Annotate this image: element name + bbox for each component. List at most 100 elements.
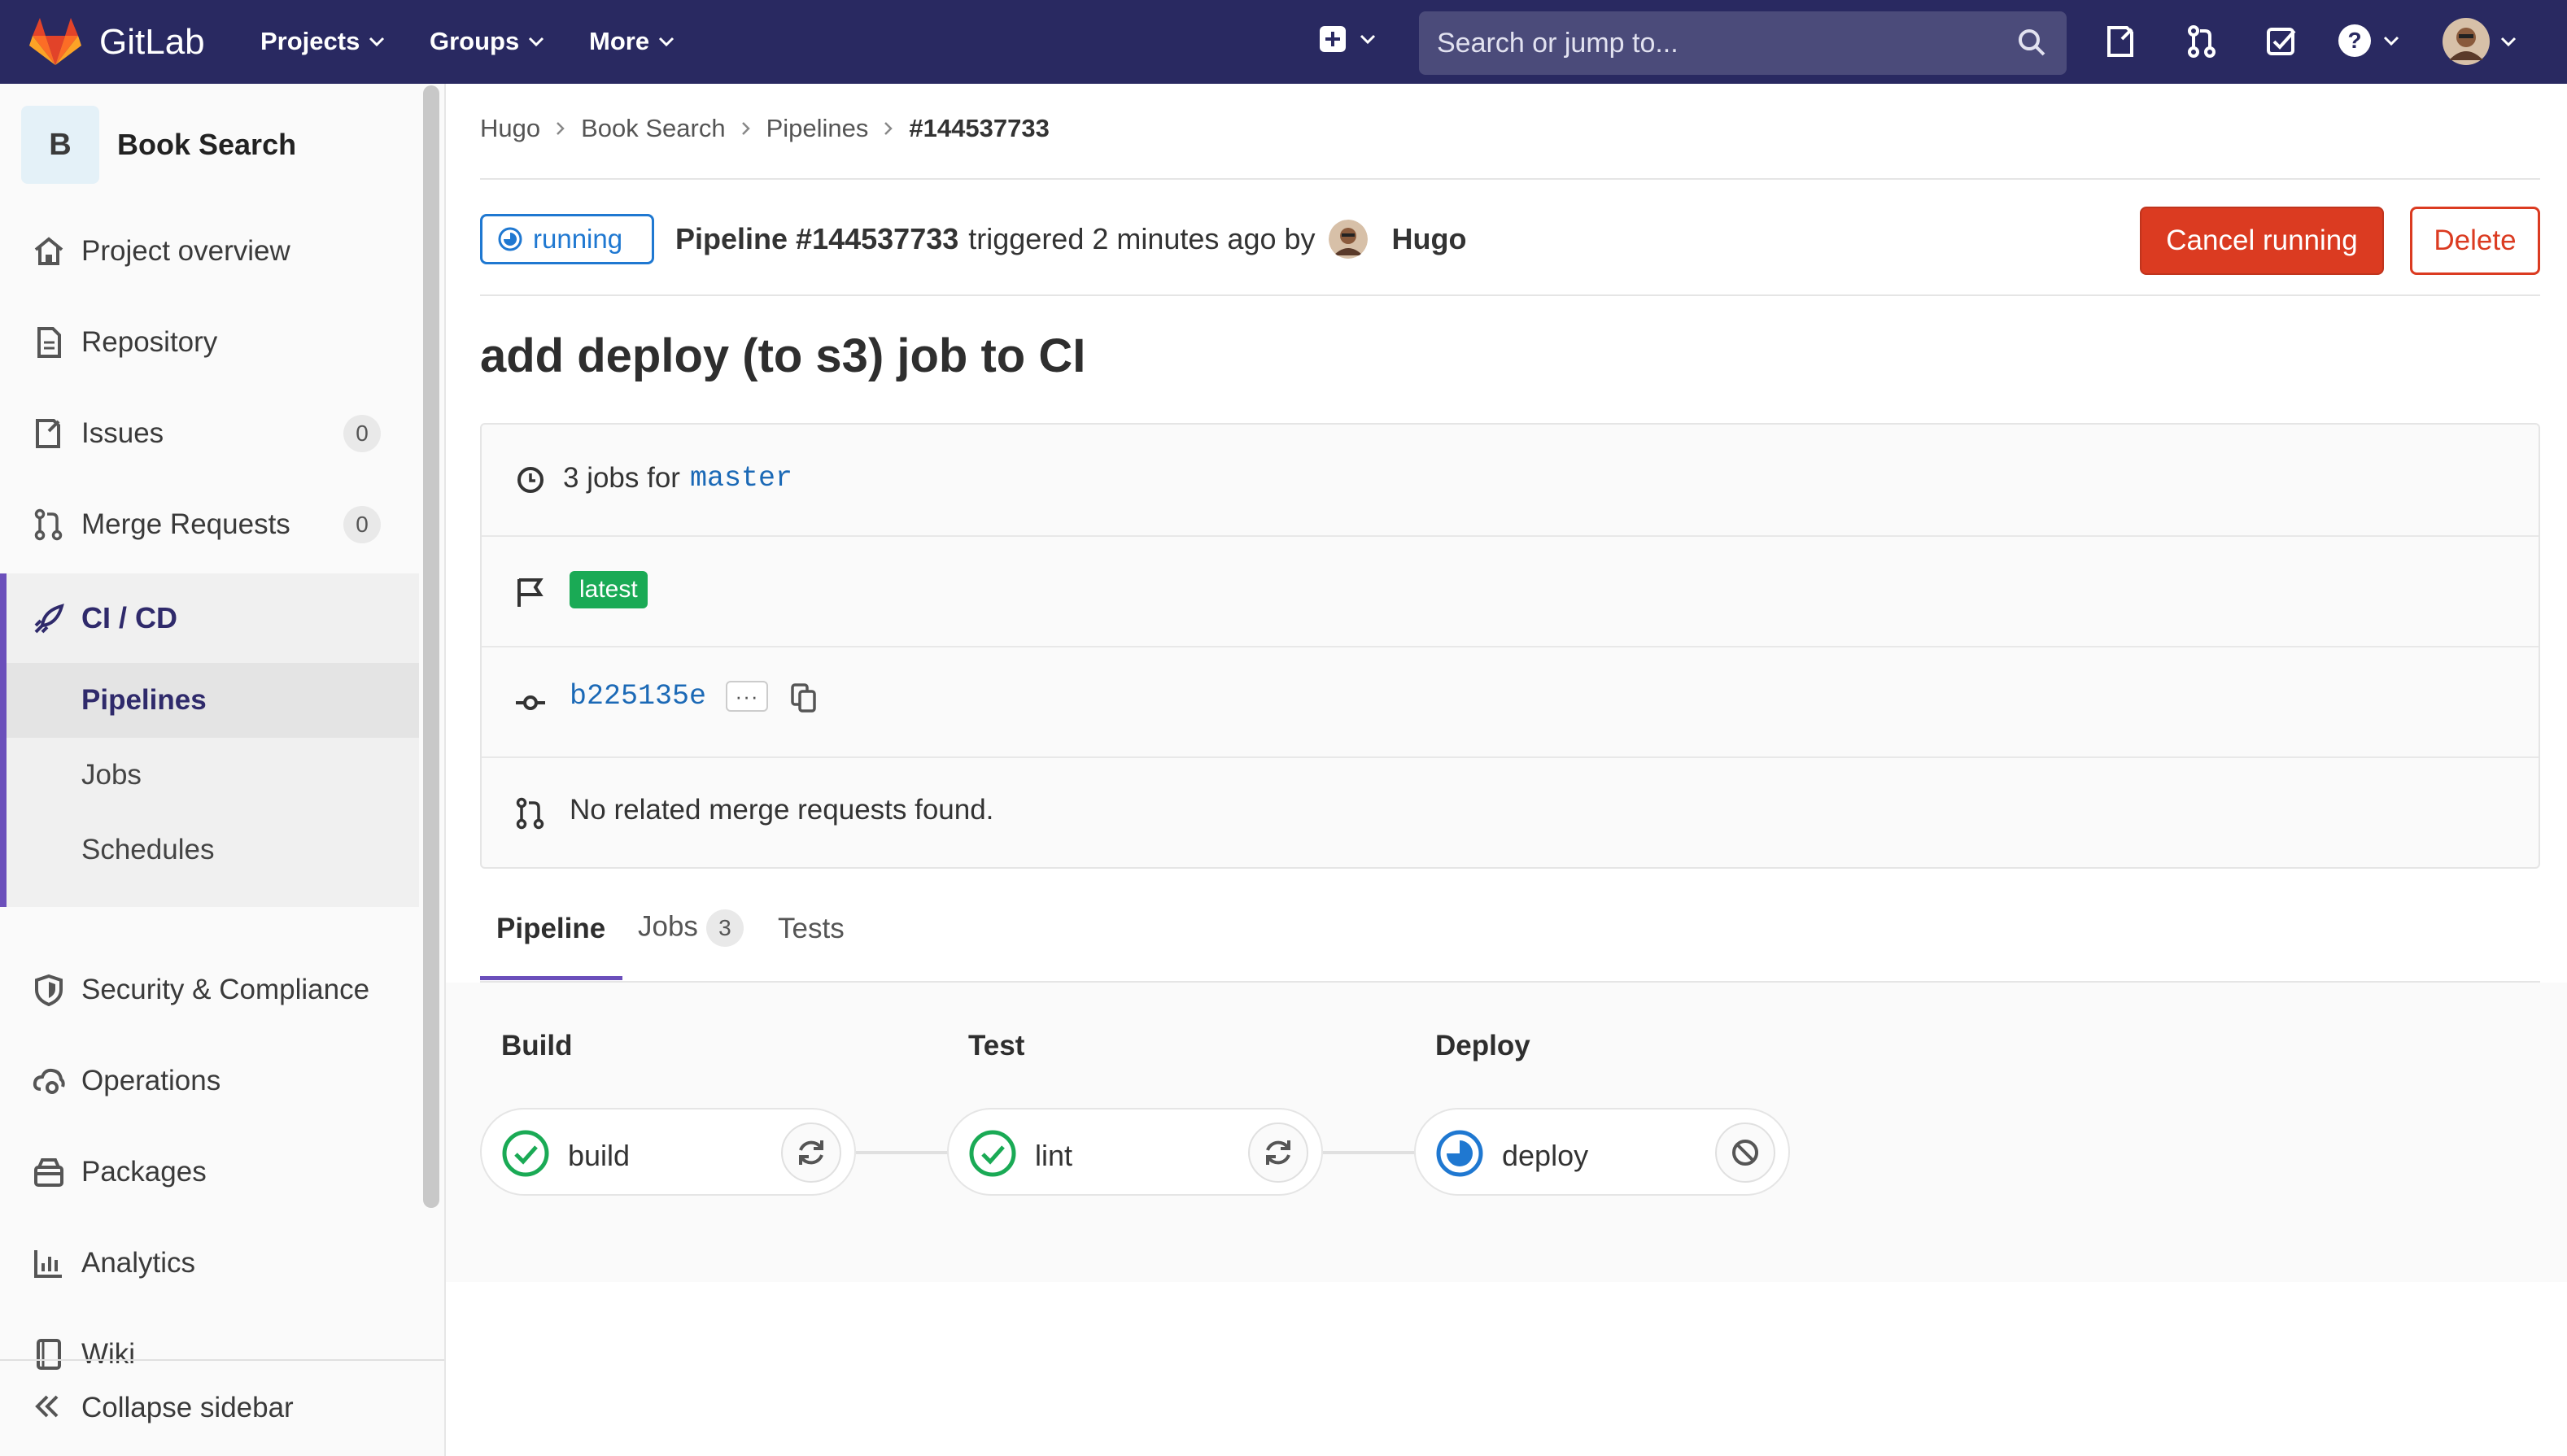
todo-icon[interactable] bbox=[2265, 24, 2298, 59]
chevron-down-icon bbox=[529, 37, 544, 47]
nav-more-label: More bbox=[589, 27, 650, 55]
cloud-gear-icon bbox=[33, 1068, 65, 1094]
project-avatar: B bbox=[21, 106, 99, 184]
cancel-job-button[interactable] bbox=[1715, 1123, 1775, 1183]
copy-icon[interactable] bbox=[789, 680, 819, 713]
user-menu-dropdown[interactable] bbox=[2443, 18, 2517, 65]
pipeline-info: Pipeline #144537733 triggered 2 minutes … bbox=[675, 220, 1467, 259]
sidebar-scrollbar[interactable] bbox=[423, 85, 439, 1208]
nav-projects-dropdown[interactable]: Projects bbox=[260, 27, 386, 56]
sidebar-item-merge-requests[interactable]: Merge Requests 0 bbox=[0, 484, 419, 565]
issues-icon[interactable] bbox=[2104, 24, 2137, 59]
sidebar-item-security-compliance[interactable]: Security & Compliance bbox=[0, 949, 419, 1031]
commit-sha-link[interactable]: b225135e bbox=[570, 680, 706, 713]
flag-icon bbox=[517, 578, 544, 607]
sidebar: B Book Search Project overview Repositor… bbox=[0, 84, 446, 1456]
sidebar-subitem-jobs[interactable]: Jobs bbox=[7, 738, 419, 813]
avatar[interactable] bbox=[1328, 220, 1368, 259]
pipeline-status-badge[interactable]: running bbox=[480, 214, 654, 264]
chevron-down-icon bbox=[369, 37, 385, 47]
sidebar-subitem-schedules[interactable]: Schedules bbox=[7, 813, 419, 887]
commit-info: b225135e ··· bbox=[570, 680, 819, 713]
retry-job-button[interactable] bbox=[781, 1123, 841, 1183]
sidebar-item-issues[interactable]: Issues 0 bbox=[0, 393, 419, 474]
stage-build-title: Build bbox=[501, 1030, 573, 1061]
retry-icon bbox=[1266, 1140, 1290, 1165]
plus-square-icon bbox=[1320, 26, 1346, 52]
sidebar-item-operations[interactable]: Operations bbox=[0, 1040, 419, 1122]
sidebar-item-label: Project overview bbox=[81, 235, 290, 267]
document-icon bbox=[37, 327, 61, 358]
breadcrumb-hugo[interactable]: Hugo bbox=[480, 114, 540, 143]
chevron-down-icon bbox=[659, 37, 674, 47]
shield-icon bbox=[35, 974, 63, 1006]
job-build[interactable]: build bbox=[480, 1108, 856, 1196]
job-deploy[interactable]: deploy bbox=[1414, 1108, 1790, 1196]
merge-request-icon[interactable] bbox=[2185, 24, 2218, 59]
chevron-right-icon bbox=[741, 122, 750, 135]
breadcrumb-book-search[interactable]: Book Search bbox=[581, 114, 726, 143]
divider bbox=[480, 294, 2540, 296]
pipeline-info-box: 3 jobs for master latest b225135e ··· No… bbox=[480, 423, 2540, 869]
stage-connector bbox=[856, 1151, 950, 1154]
nav-more-dropdown[interactable]: More bbox=[589, 27, 675, 56]
job-name: deploy bbox=[1502, 1139, 1589, 1172]
sidebar-item-packages[interactable]: Packages bbox=[0, 1131, 419, 1213]
nav-groups-dropdown[interactable]: Groups bbox=[430, 27, 545, 56]
badge-row: latest bbox=[482, 535, 2539, 647]
search-input[interactable]: Search or jump to... bbox=[1419, 11, 2067, 75]
avatar bbox=[2443, 18, 2490, 65]
nav-projects-label: Projects bbox=[260, 27, 360, 55]
pipeline-user[interactable]: Hugo bbox=[1392, 222, 1467, 256]
jobs-count-text: 3 jobs for bbox=[563, 462, 680, 494]
tab-tests[interactable]: Tests bbox=[778, 913, 845, 986]
tab-jobs[interactable]: Jobs 3 bbox=[638, 909, 744, 983]
merge-request-icon bbox=[34, 508, 63, 541]
expand-commit-button[interactable]: ··· bbox=[726, 681, 769, 712]
breadcrumb-pipelines[interactable]: Pipelines bbox=[766, 114, 869, 143]
status-success-icon bbox=[502, 1130, 549, 1177]
app-name[interactable]: GitLab bbox=[99, 22, 205, 63]
stage-connector bbox=[1323, 1151, 1417, 1154]
sidebar-item-repository[interactable]: Repository bbox=[0, 302, 419, 383]
gitlab-logo-icon[interactable] bbox=[29, 16, 81, 67]
search-placeholder: Search or jump to... bbox=[1437, 28, 1679, 59]
sidebar-item-label: Issues bbox=[81, 417, 164, 449]
job-name: lint bbox=[1035, 1139, 1073, 1172]
breadcrumb-current[interactable]: #144537733 bbox=[909, 114, 1049, 143]
clock-icon bbox=[517, 467, 544, 493]
status-running-icon bbox=[1436, 1130, 1483, 1177]
branch-link[interactable]: master bbox=[690, 462, 792, 495]
retry-job-button[interactable] bbox=[1248, 1123, 1308, 1183]
sidebar-item-project-overview[interactable]: Project overview bbox=[0, 211, 419, 292]
sidebar-subitem-pipelines[interactable]: Pipelines bbox=[7, 663, 419, 738]
merge-requests-row: No related merge requests found. bbox=[482, 756, 2539, 867]
svg-text:?: ? bbox=[2347, 28, 2361, 53]
retry-icon bbox=[799, 1140, 823, 1165]
pipeline-triggered-text: triggered 2 minutes ago by bbox=[968, 222, 1316, 255]
cancel-running-button[interactable]: Cancel running bbox=[2140, 207, 2384, 275]
tab-label: Tests bbox=[778, 913, 845, 944]
chevron-right-icon bbox=[884, 122, 893, 135]
sidebar-item-label: Merge Requests bbox=[81, 508, 290, 540]
sidebar-item-analytics[interactable]: Analytics bbox=[0, 1223, 419, 1304]
merge-requests-text: No related merge requests found. bbox=[570, 794, 994, 826]
badge-wrap: latest bbox=[570, 571, 648, 608]
pipeline-id: Pipeline #144537733 bbox=[675, 222, 959, 255]
jobs-count-badge: 3 bbox=[705, 909, 744, 947]
new-item-dropdown[interactable] bbox=[1318, 24, 1377, 54]
project-name: Book Search bbox=[117, 128, 297, 161]
chevron-down-icon bbox=[2383, 36, 2399, 46]
issues-icon bbox=[36, 419, 60, 448]
tab-label: Jobs bbox=[638, 910, 698, 943]
tab-pipeline[interactable]: Pipeline bbox=[496, 913, 605, 986]
job-lint[interactable]: lint bbox=[947, 1108, 1323, 1196]
chevron-down-icon bbox=[1360, 34, 1376, 45]
sidebar-item-ci-cd[interactable]: CI / CD bbox=[7, 573, 419, 663]
collapse-sidebar-button[interactable]: Collapse sidebar bbox=[0, 1359, 444, 1456]
top-navbar: GitLab Projects Groups More Search or ju… bbox=[0, 0, 2567, 84]
project-header[interactable]: B Book Search bbox=[21, 105, 296, 185]
sidebar-item-label: Repository bbox=[81, 326, 218, 358]
delete-button[interactable]: Delete bbox=[2410, 207, 2540, 275]
help-dropdown[interactable]: ? bbox=[2337, 23, 2400, 59]
